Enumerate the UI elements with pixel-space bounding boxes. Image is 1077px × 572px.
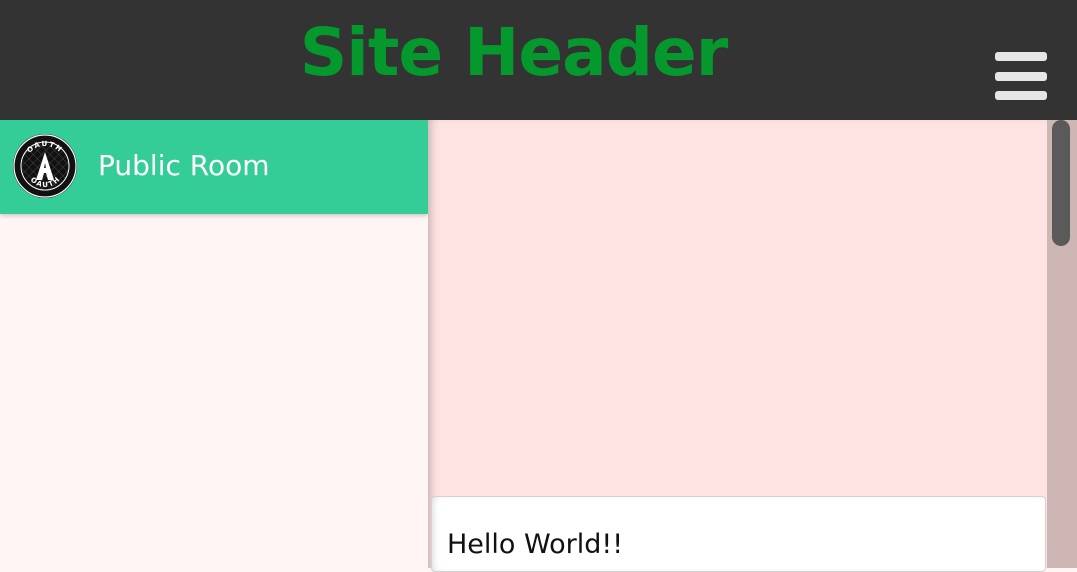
room-label: Public Room <box>98 149 270 182</box>
menu-bar <box>995 91 1047 100</box>
message-input[interactable] <box>431 496 1046 572</box>
site-title: Site Header <box>299 14 729 91</box>
room-item-public-room[interactable]: OAUTH OAUTH Public Room <box>0 120 428 214</box>
site-header: Site Header <box>0 0 1077 120</box>
scrollbar-thumb[interactable] <box>1052 120 1070 246</box>
menu-bar <box>995 52 1047 61</box>
menu-bar <box>995 72 1047 81</box>
room-sidebar: OAUTH OAUTH Public Room <box>0 120 428 568</box>
oauth-logo-icon: OAUTH OAUTH <box>13 134 77 198</box>
hamburger-menu-icon[interactable] <box>992 50 1050 102</box>
